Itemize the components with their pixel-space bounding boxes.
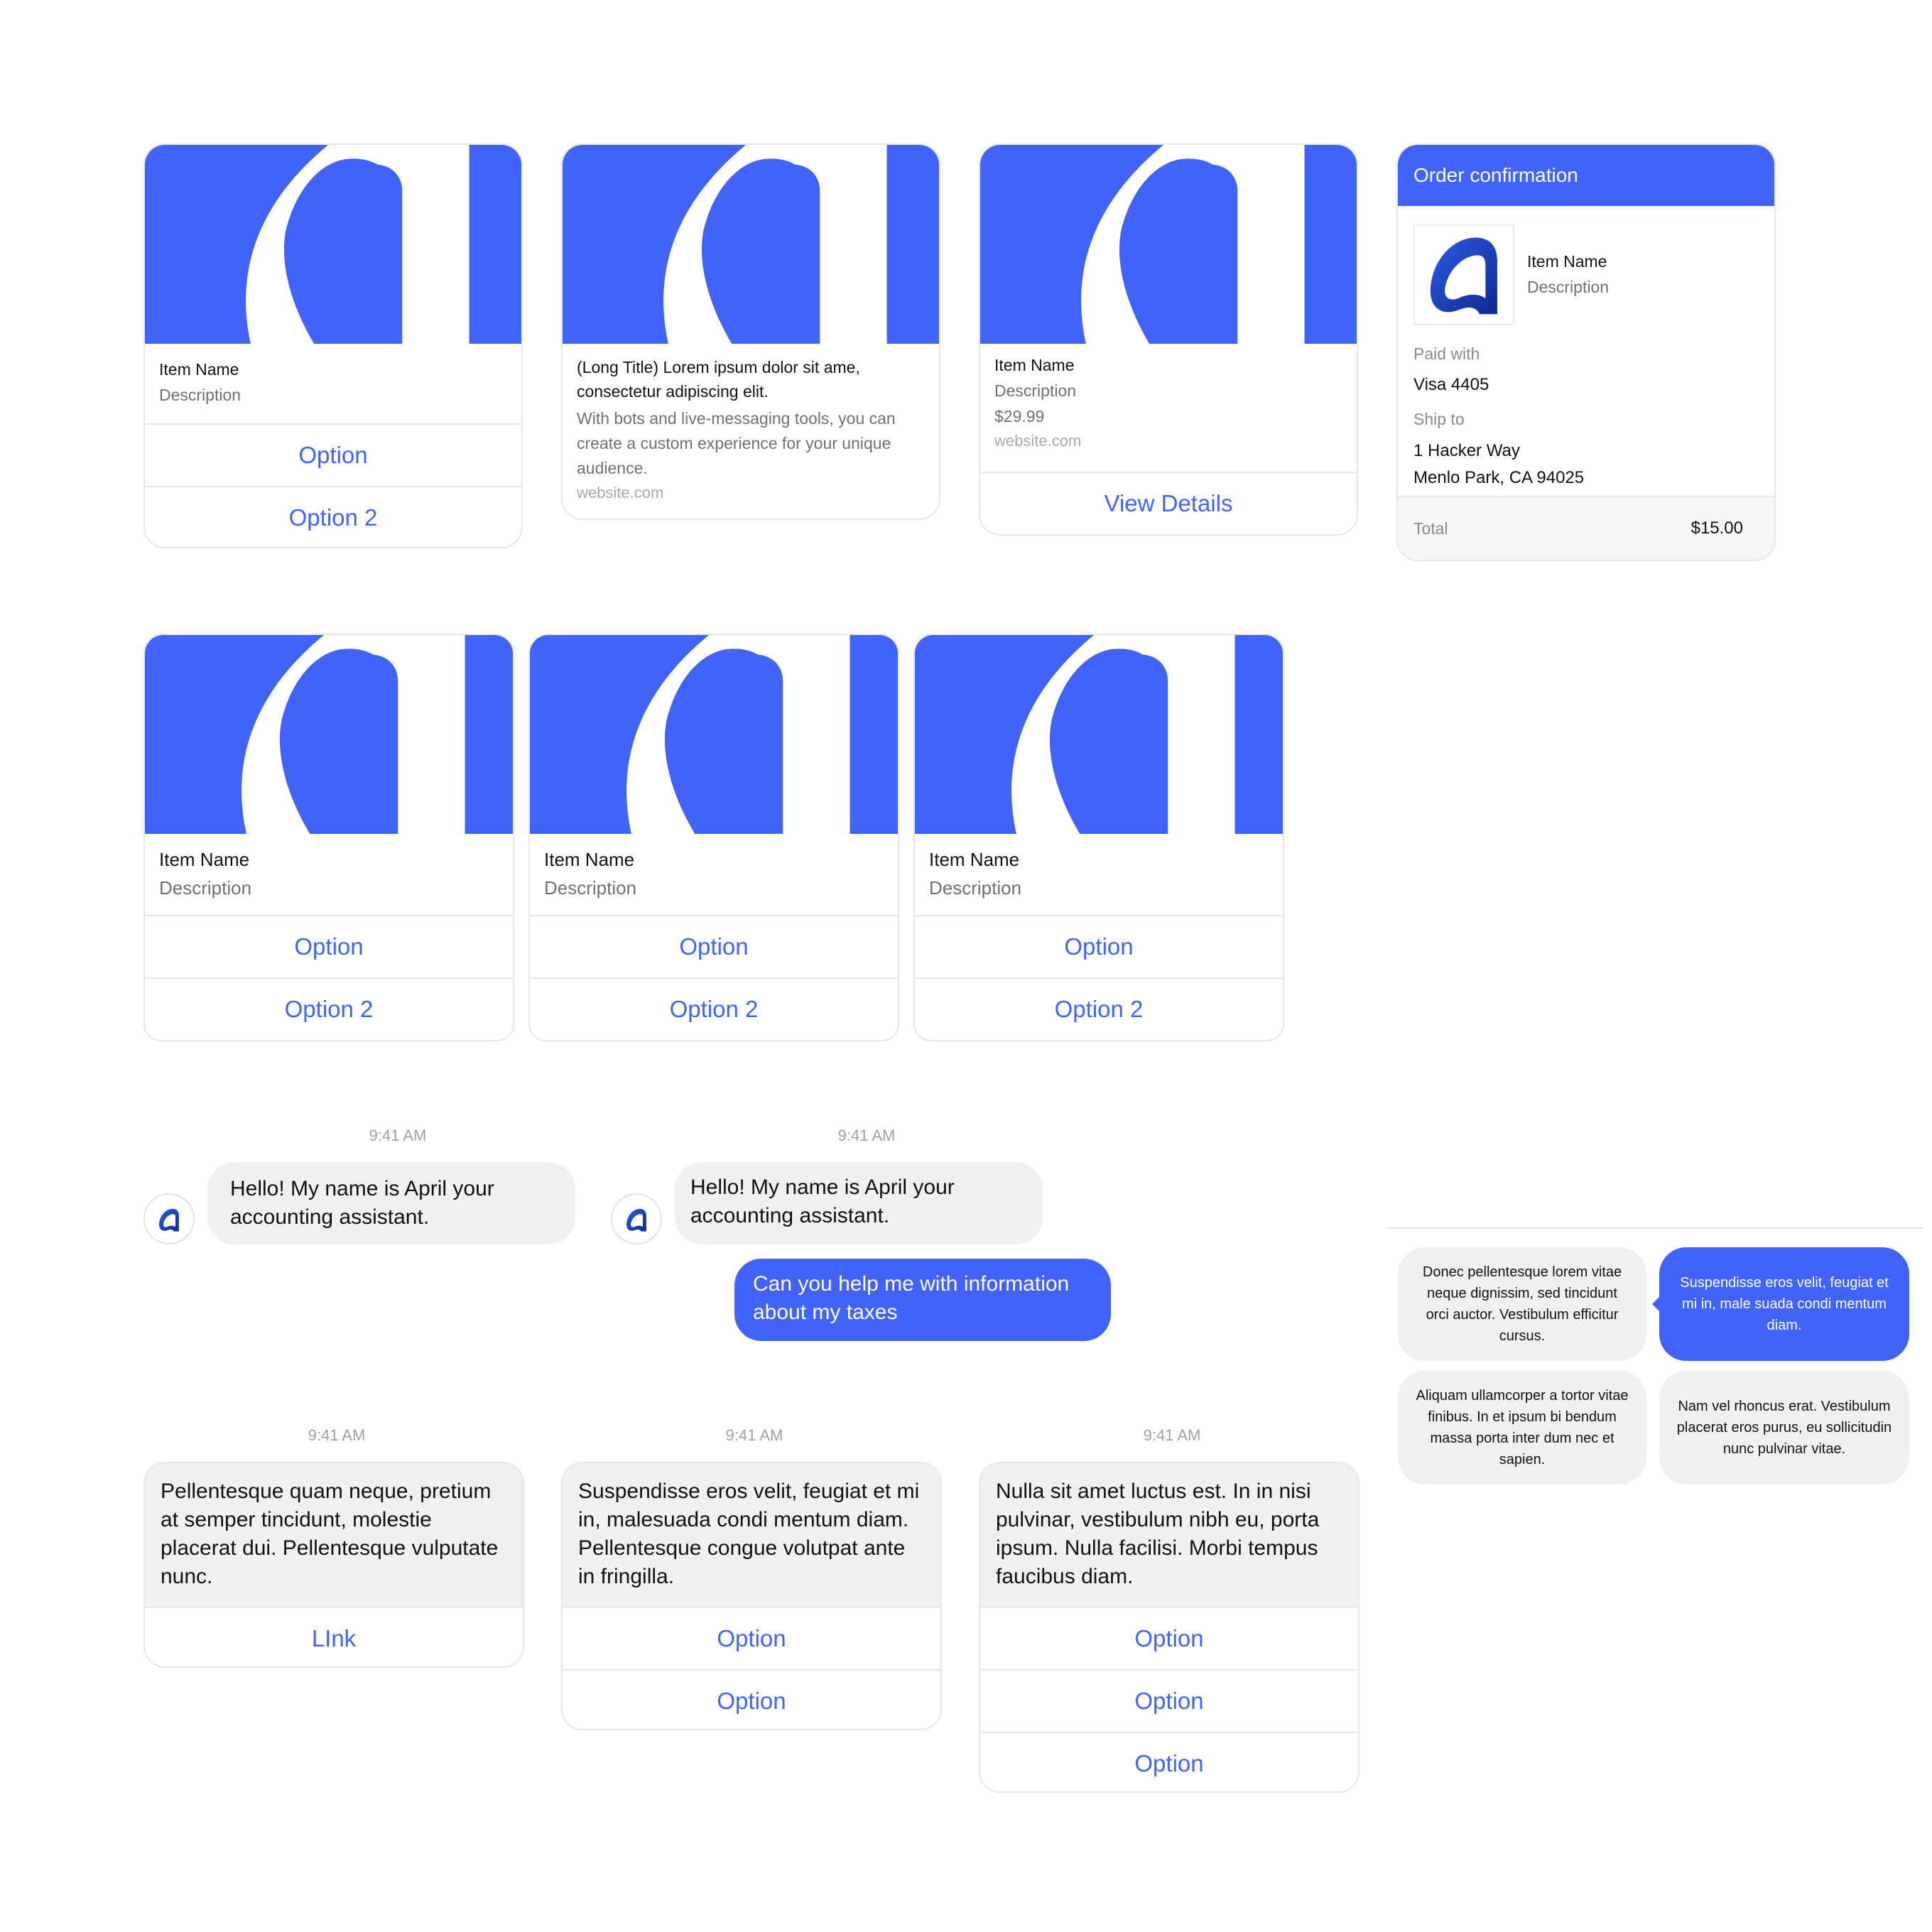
- total-value: $15.00: [1690, 519, 1743, 538]
- order-confirmation-card: Order confirmation Item Name Description…: [1396, 143, 1776, 561]
- ship-to-line1: 1 Hacker Way: [1413, 441, 1520, 460]
- item-description: Description: [994, 381, 1077, 400]
- hero-logo-image: [145, 145, 521, 344]
- website-link[interactable]: website.com: [994, 429, 1342, 453]
- message-card-1: Pellentesque quam neque, pretium at semp…: [143, 1462, 524, 1668]
- item-name: Item Name: [929, 849, 1020, 870]
- article-card: (Long Title) Lorem ipsum dolor sit ame, …: [561, 143, 940, 520]
- option-2-button[interactable]: Option 2: [145, 486, 521, 547]
- hero-logo-image: [980, 145, 1357, 344]
- message-text: Nulla sit amet luctus est. In in nisi pu…: [980, 1463, 1358, 1607]
- card-info: Item Name Description: [145, 834, 513, 916]
- message-text: Pellentesque quam neque, pretium at semp…: [145, 1463, 523, 1607]
- website-link[interactable]: website.com: [577, 481, 925, 505]
- grid-bubble-highlighted: Suspendisse eros velit, feugiat et mi in…: [1659, 1247, 1909, 1361]
- grid-bubble: Nam vel rhoncus erat. Vestibulum placera…: [1659, 1371, 1909, 1485]
- assistant-message: Hello! My name is April your accounting …: [207, 1162, 575, 1244]
- product-card-1: Item Name Description Option Option 2: [143, 143, 523, 548]
- option-button[interactable]: Option: [145, 916, 513, 977]
- option-2-button[interactable]: Option 2: [530, 977, 898, 1040]
- grid-bubble: Aliquam ullamcorper a tortor vitae finib…: [1398, 1371, 1646, 1485]
- message-card-2: Suspendisse eros velit, feugiat et mi in…: [561, 1462, 942, 1730]
- product-card-row2-1: Item Name Description Option Option 2: [143, 634, 514, 1041]
- timestamp: 9:41 AM: [1143, 1426, 1201, 1444]
- hero-logo-image: [145, 635, 513, 834]
- article-title: (Long Title) Lorem ipsum dolor sit ame, …: [577, 358, 860, 401]
- ship-to-label: Ship to: [1413, 410, 1465, 428]
- april-logo-icon: [1430, 237, 1497, 315]
- timestamp: 9:41 AM: [369, 1127, 427, 1144]
- item-name: Item Name: [159, 360, 239, 379]
- option-2-button[interactable]: Option 2: [915, 977, 1283, 1040]
- article-body: With bots and live-messaging tools, you …: [577, 409, 896, 477]
- ship-to-line2: Menlo Park, CA 94025: [1413, 468, 1585, 487]
- option-button[interactable]: Option: [980, 1732, 1358, 1791]
- item-description: Description: [1527, 278, 1610, 296]
- item-price: $29.99: [994, 407, 1045, 425]
- option-button[interactable]: Option: [563, 1607, 940, 1669]
- view-details-button[interactable]: View Details: [980, 473, 1357, 534]
- item-name: Item Name: [544, 849, 635, 870]
- paid-with-value: Visa 4405: [1413, 375, 1489, 394]
- item-description: Description: [929, 877, 1022, 899]
- item-description: Description: [544, 877, 637, 899]
- option-2-button[interactable]: Option 2: [145, 977, 513, 1040]
- option-button[interactable]: Option: [530, 916, 898, 977]
- product-thumbnail: [1413, 224, 1514, 325]
- user-message: Can you help me with information about m…: [734, 1259, 1111, 1341]
- order-total-row: Total $15.00: [1398, 496, 1774, 560]
- order-header: Order confirmation: [1398, 145, 1774, 206]
- assistant-message: Hello! My name is April your accounting …: [675, 1162, 1043, 1244]
- assistant-avatar: [143, 1193, 195, 1244]
- option-button[interactable]: Option: [980, 1607, 1358, 1669]
- total-label: Total: [1413, 519, 1448, 538]
- product-card-price: Item Name Description $29.99 website.com…: [979, 143, 1358, 536]
- timestamp: 9:41 AM: [308, 1426, 366, 1444]
- card-info: Item Name Description: [145, 344, 521, 425]
- timestamp: 9:41 AM: [725, 1426, 783, 1444]
- option-button[interactable]: Option: [563, 1669, 940, 1729]
- option-button[interactable]: Option: [980, 1669, 1358, 1732]
- card-info: Item Name Description: [915, 834, 1283, 916]
- option-button[interactable]: Option: [915, 916, 1283, 977]
- grid-bubble: Donec pellentesque lorem vitae neque dig…: [1398, 1247, 1646, 1361]
- assistant-avatar: [611, 1193, 662, 1244]
- product-card-row2-2: Item Name Description Option Option 2: [528, 634, 899, 1041]
- item-description: Description: [159, 386, 242, 404]
- hero-logo-image: [563, 145, 939, 344]
- april-logo-icon: [626, 1208, 646, 1232]
- product-card-row2-3: Item Name Description Option Option 2: [913, 634, 1284, 1041]
- option-button[interactable]: Option: [145, 425, 521, 486]
- april-logo-icon: [159, 1208, 179, 1232]
- divider-line: [1386, 1227, 1923, 1229]
- hero-logo-image: [915, 635, 1283, 834]
- bubble-tail: [1652, 1296, 1661, 1313]
- card-info: Item Name Description $29.99 website.com: [980, 344, 1357, 473]
- card-info: Item Name Description: [530, 834, 898, 916]
- item-name: Item Name: [994, 356, 1075, 374]
- item-name: Item Name: [1527, 252, 1607, 271]
- message-text: Suspendisse eros velit, feugiat et mi in…: [563, 1463, 940, 1607]
- item-name: Item Name: [159, 849, 250, 870]
- link-button[interactable]: LInk: [145, 1607, 523, 1666]
- paid-with-label: Paid with: [1413, 344, 1480, 363]
- item-description: Description: [159, 877, 252, 899]
- hero-logo-image: [530, 635, 898, 834]
- message-card-3: Nulla sit amet luctus est. In in nisi pu…: [979, 1462, 1360, 1793]
- timestamp: 9:41 AM: [837, 1127, 896, 1144]
